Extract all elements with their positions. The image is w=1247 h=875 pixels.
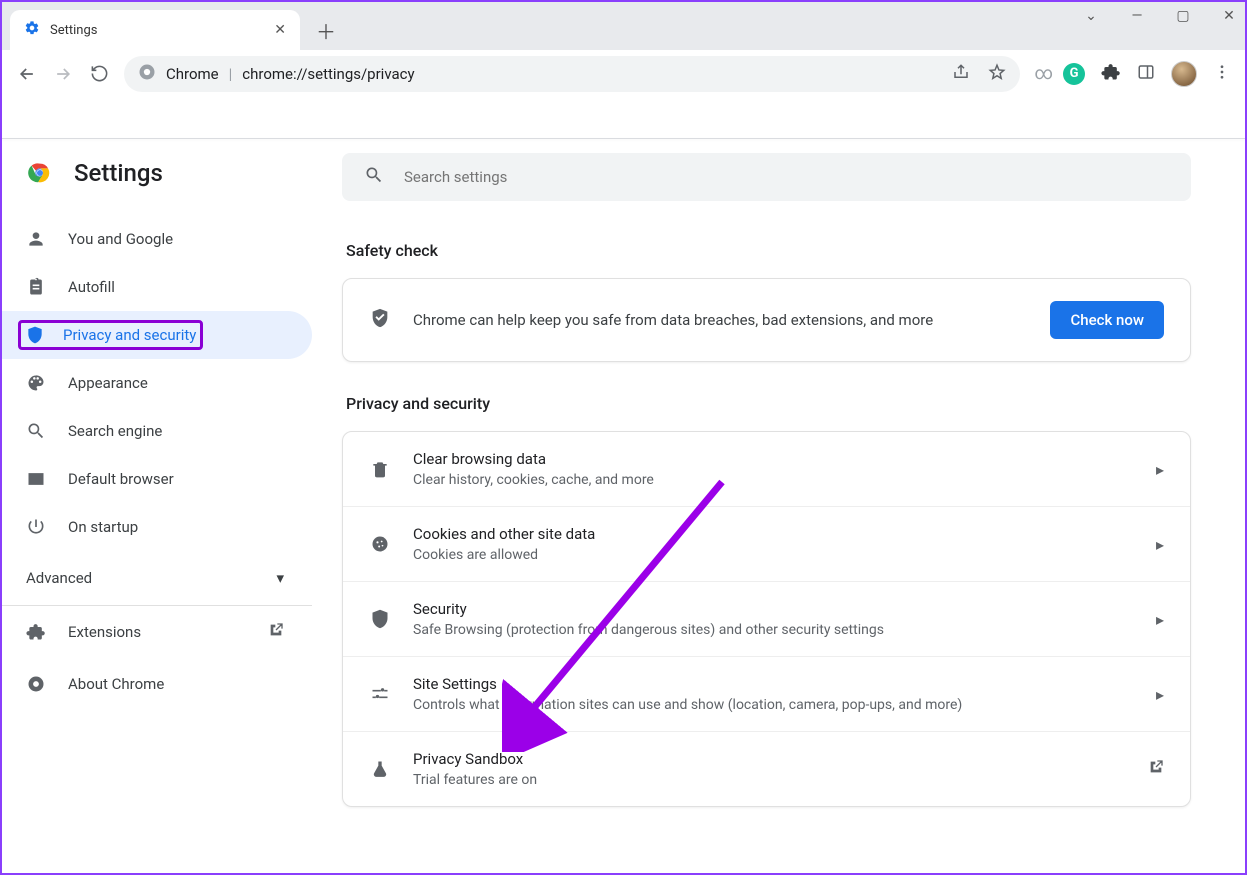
privacy-section-title: Privacy and security bbox=[346, 394, 1191, 413]
search-icon bbox=[26, 421, 46, 441]
side-panel-icon[interactable] bbox=[1137, 63, 1155, 85]
open-external-icon bbox=[1148, 759, 1164, 779]
settings-brand: Settings bbox=[2, 159, 312, 215]
row-subtitle: Safe Browsing (protection from dangerous… bbox=[413, 622, 1134, 638]
settings-content: Safety check Chrome can help keep you sa… bbox=[312, 139, 1245, 873]
tab-strip: Settings ✕ ＋ ⌄ — ▢ ✕ bbox=[2, 2, 1245, 50]
sidebar-item-about-chrome[interactable]: About Chrome bbox=[2, 658, 312, 710]
row-subtitle: Trial features are on bbox=[413, 772, 1126, 788]
row-subtitle: Clear history, cookies, cache, and more bbox=[413, 472, 1134, 488]
row-security[interactable]: Security Safe Browsing (protection from … bbox=[343, 581, 1190, 656]
tab-close-icon[interactable]: ✕ bbox=[274, 22, 286, 38]
sidebar-item-label: Search engine bbox=[68, 422, 162, 440]
sidebar-item-label: Appearance bbox=[68, 374, 148, 392]
clipboard-icon bbox=[26, 277, 46, 297]
chrome-grey-icon bbox=[26, 674, 46, 694]
safety-check-title: Safety check bbox=[346, 241, 1191, 260]
window-close-icon[interactable]: ✕ bbox=[1219, 8, 1239, 24]
new-tab-button[interactable]: ＋ bbox=[312, 16, 340, 44]
chrome-logo-icon bbox=[26, 159, 54, 187]
flask-icon bbox=[369, 759, 391, 779]
sidebar-item-default-browser[interactable]: Default browser bbox=[2, 455, 312, 503]
chevron-right-icon: ▸ bbox=[1156, 610, 1164, 629]
sidebar-item-on-startup[interactable]: On startup bbox=[2, 503, 312, 551]
sidebar-item-label: You and Google bbox=[68, 230, 173, 248]
chevron-right-icon: ▸ bbox=[1156, 535, 1164, 554]
row-subtitle: Controls what information sites can use … bbox=[413, 697, 1134, 713]
sidebar-item-label: Privacy and security bbox=[63, 326, 196, 344]
row-clear-browsing-data[interactable]: Clear browsing data Clear history, cooki… bbox=[343, 432, 1190, 506]
address-bar[interactable]: Chrome | chrome://settings/privacy bbox=[124, 56, 1020, 92]
sidebar-item-extensions[interactable]: Extensions bbox=[2, 606, 312, 658]
settings-search-input[interactable] bbox=[404, 168, 1169, 186]
bookmark-star-icon[interactable] bbox=[988, 63, 1006, 85]
open-external-icon bbox=[268, 622, 284, 642]
chevron-down-icon[interactable]: ⌄ bbox=[1081, 8, 1101, 24]
extensions-puzzle-icon[interactable] bbox=[1101, 62, 1121, 86]
sidebar-advanced-toggle[interactable]: Advanced ▾ bbox=[2, 551, 312, 605]
cookie-icon bbox=[369, 534, 391, 554]
kebab-menu-icon[interactable] bbox=[1213, 63, 1231, 85]
shield-icon bbox=[25, 325, 45, 345]
row-privacy-sandbox[interactable]: Privacy Sandbox Trial features are on bbox=[343, 731, 1190, 806]
sliders-icon bbox=[369, 684, 391, 704]
row-title: Security bbox=[413, 600, 1134, 618]
forward-icon[interactable] bbox=[52, 63, 74, 85]
row-title: Cookies and other site data bbox=[413, 525, 1134, 543]
puzzle-icon bbox=[26, 622, 46, 642]
chevron-right-icon: ▸ bbox=[1156, 685, 1164, 704]
sidebar-item-search-engine[interactable]: Search engine bbox=[2, 407, 312, 455]
chevron-right-icon: ▸ bbox=[1156, 460, 1164, 479]
chrome-icon bbox=[138, 63, 156, 85]
settings-gear-icon bbox=[24, 20, 40, 40]
row-subtitle: Cookies are allowed bbox=[413, 547, 1134, 563]
check-now-button[interactable]: Check now bbox=[1050, 301, 1164, 339]
window-minimize-icon[interactable]: — bbox=[1127, 8, 1147, 24]
shield-outline-icon bbox=[369, 609, 391, 629]
power-icon bbox=[26, 517, 46, 537]
settings-search[interactable] bbox=[342, 153, 1191, 201]
sidebar-item-label: Default browser bbox=[68, 470, 174, 488]
browser-window-icon bbox=[26, 469, 46, 489]
browser-tab[interactable]: Settings ✕ bbox=[10, 10, 300, 50]
sidebar-item-label: About Chrome bbox=[68, 675, 164, 693]
sidebar-item-privacy-security[interactable]: Privacy and security bbox=[2, 311, 312, 359]
browser-toolbar: Chrome | chrome://settings/privacy ∞ G bbox=[2, 50, 1245, 98]
window-controls: ⌄ — ▢ ✕ bbox=[1081, 8, 1239, 24]
caret-down-icon: ▾ bbox=[276, 569, 284, 587]
sidebar-item-autofill[interactable]: Autofill bbox=[2, 263, 312, 311]
url-prefix: Chrome bbox=[166, 65, 219, 83]
advanced-label: Advanced bbox=[26, 569, 92, 587]
tab-title: Settings bbox=[50, 23, 264, 38]
settings-title: Settings bbox=[74, 159, 163, 187]
back-icon[interactable] bbox=[16, 63, 38, 85]
grammarly-extension-icon[interactable]: G bbox=[1063, 63, 1085, 85]
privacy-list-card: Clear browsing data Clear history, cooki… bbox=[342, 431, 1191, 807]
row-title: Clear browsing data bbox=[413, 450, 1134, 468]
safety-check-card: Chrome can help keep you safe from data … bbox=[342, 278, 1191, 362]
window-maximize-icon[interactable]: ▢ bbox=[1173, 8, 1193, 24]
sidebar-item-label: On startup bbox=[68, 518, 138, 536]
separator: | bbox=[229, 65, 233, 83]
reload-icon[interactable] bbox=[88, 63, 110, 85]
sidebar-item-label: Autofill bbox=[68, 278, 115, 296]
shield-check-icon bbox=[369, 307, 391, 333]
row-title: Privacy Sandbox bbox=[413, 750, 1126, 768]
row-title: Site Settings bbox=[413, 675, 1134, 693]
search-icon bbox=[364, 165, 384, 189]
sidebar-item-you-and-google[interactable]: You and Google bbox=[2, 215, 312, 263]
safety-check-text: Chrome can help keep you safe from data … bbox=[413, 311, 1028, 329]
trash-icon bbox=[369, 459, 391, 479]
sidebar-item-label: Extensions bbox=[68, 623, 141, 641]
row-site-settings[interactable]: Site Settings Controls what information … bbox=[343, 656, 1190, 731]
linked-rings-icon[interactable]: ∞ bbox=[1034, 63, 1047, 84]
settings-sidebar: Settings You and Google Autofill Privacy… bbox=[2, 139, 312, 873]
url-text: chrome://settings/privacy bbox=[242, 65, 414, 83]
sidebar-item-appearance[interactable]: Appearance bbox=[2, 359, 312, 407]
row-cookies[interactable]: Cookies and other site data Cookies are … bbox=[343, 506, 1190, 581]
profile-avatar[interactable] bbox=[1171, 61, 1197, 87]
share-icon[interactable] bbox=[952, 63, 970, 85]
person-icon bbox=[26, 229, 46, 249]
palette-icon bbox=[26, 373, 46, 393]
